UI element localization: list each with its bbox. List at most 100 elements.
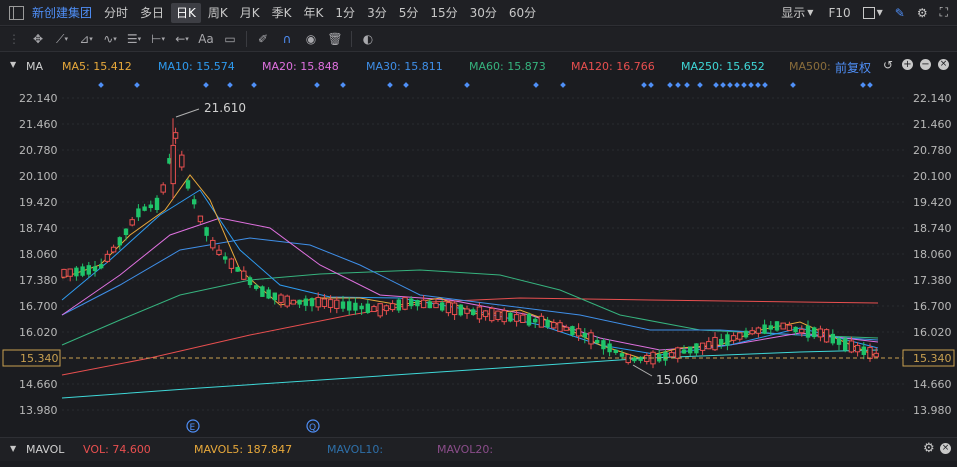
candle (297, 299, 302, 309)
candle (433, 298, 439, 309)
collapse-chevron-icon[interactable]: ▼ (10, 60, 16, 69)
signal-dot (748, 82, 754, 88)
volume-indicator-bar: ▼ MAVOL VOL: 74.600 MAVOL5: 187.847 MAVOL1… (0, 437, 957, 461)
signal-dot (251, 82, 257, 88)
period-tab[interactable]: 月K (235, 3, 265, 23)
signal-dot (533, 82, 539, 88)
price-tick-left: 21.460 (19, 118, 58, 131)
remove-indicator-icon[interactable]: − (920, 59, 931, 70)
eye-icon[interactable]: ◉ (299, 29, 323, 49)
fibonacci-tool-icon[interactable]: ☰ ▾ (122, 29, 146, 49)
signal-dot (98, 82, 104, 88)
period-tab[interactable]: 15分 (425, 3, 462, 23)
candle (774, 321, 780, 332)
candle (607, 339, 612, 357)
crosshair-move-icon[interactable]: ✥ (26, 29, 50, 49)
candle (192, 195, 197, 209)
layout-dropdown[interactable]: ▼ (858, 3, 888, 23)
volume-value: MAVOL5: 187.847 (194, 443, 293, 456)
close-indicator-icon[interactable]: × (938, 59, 949, 70)
ma-value: MA5: 15.412 (62, 60, 132, 73)
text-tool-icon[interactable]: Aa (194, 29, 218, 49)
candlestick-chart[interactable]: 22.140 21.460 20.780 20.100 19.420 18.740 18.0… (0, 80, 957, 436)
candle (99, 258, 104, 270)
measure-tool-icon[interactable]: ⊢ ▾ (146, 29, 170, 49)
signal-dot (203, 82, 209, 88)
sidebar-toggle-icon[interactable] (9, 5, 24, 20)
ma-line (61, 174, 879, 359)
period-tab[interactable]: 季K (267, 3, 297, 23)
ma-line (61, 269, 879, 346)
period-tab[interactable]: 5分 (394, 3, 424, 23)
candle (694, 343, 699, 357)
candle (563, 324, 569, 331)
stock-name[interactable]: 新创建集团 (32, 4, 92, 21)
period-tab[interactable]: 30分 (465, 3, 502, 23)
collapse-chevron-icon[interactable]: ▼ (10, 444, 16, 453)
display-label: 显示 (781, 6, 806, 20)
min-pointer-line (632, 364, 653, 377)
signal-dot (790, 82, 796, 88)
period-tab[interactable]: 60分 (504, 3, 541, 23)
period-tab[interactable]: 年K (299, 3, 329, 23)
price-axis-left: 22.140 21.460 20.780 20.100 19.420 18.740 18.0… (19, 92, 58, 417)
eraser-icon[interactable]: ✐ (251, 29, 275, 49)
mavol-label[interactable]: MAVOL (26, 443, 64, 456)
magnet-icon[interactable]: ∩ (275, 29, 299, 49)
arrow-tool-icon[interactable]: ← ▾ (170, 29, 194, 49)
price-tick-left: 20.780 (19, 144, 58, 157)
candle (284, 294, 290, 309)
ma-line (61, 349, 879, 399)
volume-value: VOL: 74.600 (83, 443, 151, 456)
price-tick-left: 22.140 (19, 92, 58, 105)
candle (657, 349, 662, 363)
signal-markers (98, 82, 873, 88)
ma-label[interactable]: MA (26, 60, 43, 73)
candle (154, 195, 160, 213)
f10-button[interactable]: F10 (823, 3, 855, 23)
price-tick-right: 20.100 (913, 170, 952, 183)
ma-indicator-bar: ▼ MA MA5: 15.412 MA10: 15.574 MA20: 15.848… (0, 57, 957, 77)
event-marker-e[interactable]: E (186, 419, 200, 433)
period-tab[interactable]: 周K (203, 3, 233, 23)
display-dropdown[interactable]: 显示 ▼ (776, 3, 818, 23)
settings-gear-icon[interactable]: ⚙ (912, 3, 933, 23)
candle (749, 327, 755, 336)
vol-settings-gear-icon[interactable]: ⚙ (923, 441, 935, 456)
price-tick-right: 18.740 (913, 222, 952, 235)
period-tab[interactable]: 日K (171, 2, 201, 23)
signal-dot (720, 82, 726, 88)
price-tick-right: 14.660 (913, 378, 952, 391)
trend-line-icon[interactable]: ⟋ ▾ (50, 29, 74, 49)
trash-icon[interactable]: 🗑 (323, 29, 347, 49)
channel-tool-icon[interactable]: ⊿ ▾ (74, 29, 98, 49)
signal-dot (684, 82, 690, 88)
period-tab[interactable]: 分时 (99, 3, 133, 23)
candle (228, 257, 235, 274)
candle (136, 204, 141, 222)
square-icon (862, 6, 875, 19)
candle (805, 320, 811, 342)
vol-close-icon[interactable]: × (940, 443, 951, 454)
event-marker-q[interactable]: Q (306, 419, 320, 433)
wave-tool-icon[interactable]: ∿ ▾ (98, 29, 122, 49)
undo-icon[interactable]: ↺ (883, 58, 893, 72)
adjust-mode-label[interactable]: 前复权 (835, 59, 871, 76)
ma-value: MA120: 16.766 (571, 60, 655, 73)
ma-value: MA20: 15.848 (262, 60, 339, 73)
candle (197, 215, 204, 224)
period-tab[interactable]: 1分 (330, 3, 360, 23)
draw-pen-icon[interactable]: ✎ (890, 3, 910, 23)
period-tab[interactable]: 多日 (135, 3, 169, 23)
candle (260, 285, 265, 297)
period-tab[interactable]: 3分 (362, 3, 392, 23)
candle-max (170, 118, 176, 199)
ma-line (61, 189, 879, 356)
add-indicator-icon[interactable]: + (902, 59, 913, 70)
candle (625, 353, 631, 365)
fullscreen-icon[interactable]: ⛶ (935, 3, 953, 23)
moving-average-lines (61, 174, 879, 399)
toggle-icon[interactable]: ◐ (356, 29, 380, 49)
comment-icon[interactable]: ▭ (218, 29, 242, 49)
candle (551, 319, 557, 330)
